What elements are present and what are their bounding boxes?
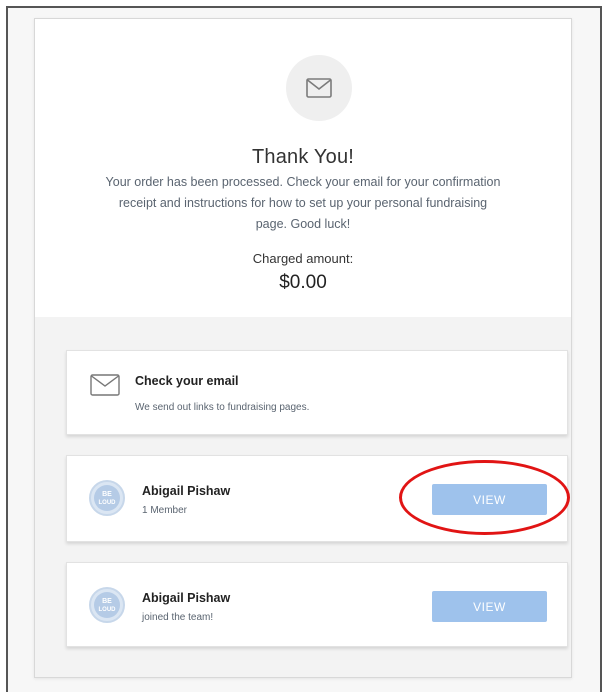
charged-amount-value: $0.00 xyxy=(279,272,327,293)
envelope-icon xyxy=(286,55,352,121)
avatar-logo-text-bottom: LOUD xyxy=(99,500,117,506)
check-email-subtitle: We send out links to fundraising pages. xyxy=(135,402,310,413)
charged-amount-label: Charged amount: xyxy=(252,251,354,266)
view-team-button[interactable]: VIEW xyxy=(432,484,547,515)
confirmation-title: Thank You! xyxy=(251,146,355,168)
team-panel: BE LOUD Abigail Pishaw joined the team! … xyxy=(66,562,568,647)
avatar-logo-text-top: BE xyxy=(102,598,112,605)
avatar: BE LOUD xyxy=(89,587,125,623)
team-name: Abigail Pishaw xyxy=(142,591,231,605)
envelope-icon xyxy=(90,374,120,401)
order-confirmation-card: Thank You! Your order has been processed… xyxy=(34,18,572,678)
team-status: joined the team! xyxy=(142,612,214,623)
team-name: Abigail Pishaw xyxy=(142,484,231,498)
avatar-logo-text-bottom: LOUD xyxy=(99,607,117,613)
team-panel: BE LOUD Abigail Pishaw 1 Member VIEW xyxy=(66,455,568,542)
check-email-panel: Check your email We send out links to fu… xyxy=(66,350,568,435)
check-email-title: Check your email xyxy=(135,374,239,388)
confirmation-header: Thank You! Your order has been processed… xyxy=(35,19,571,317)
avatar: BE LOUD xyxy=(89,480,125,516)
view-team-button[interactable]: VIEW xyxy=(432,591,547,622)
team-member-count: 1 Member xyxy=(142,505,188,516)
avatar-logo-text-top: BE xyxy=(102,491,112,498)
confirmation-message: Your order has been processed. Check you… xyxy=(105,175,501,231)
